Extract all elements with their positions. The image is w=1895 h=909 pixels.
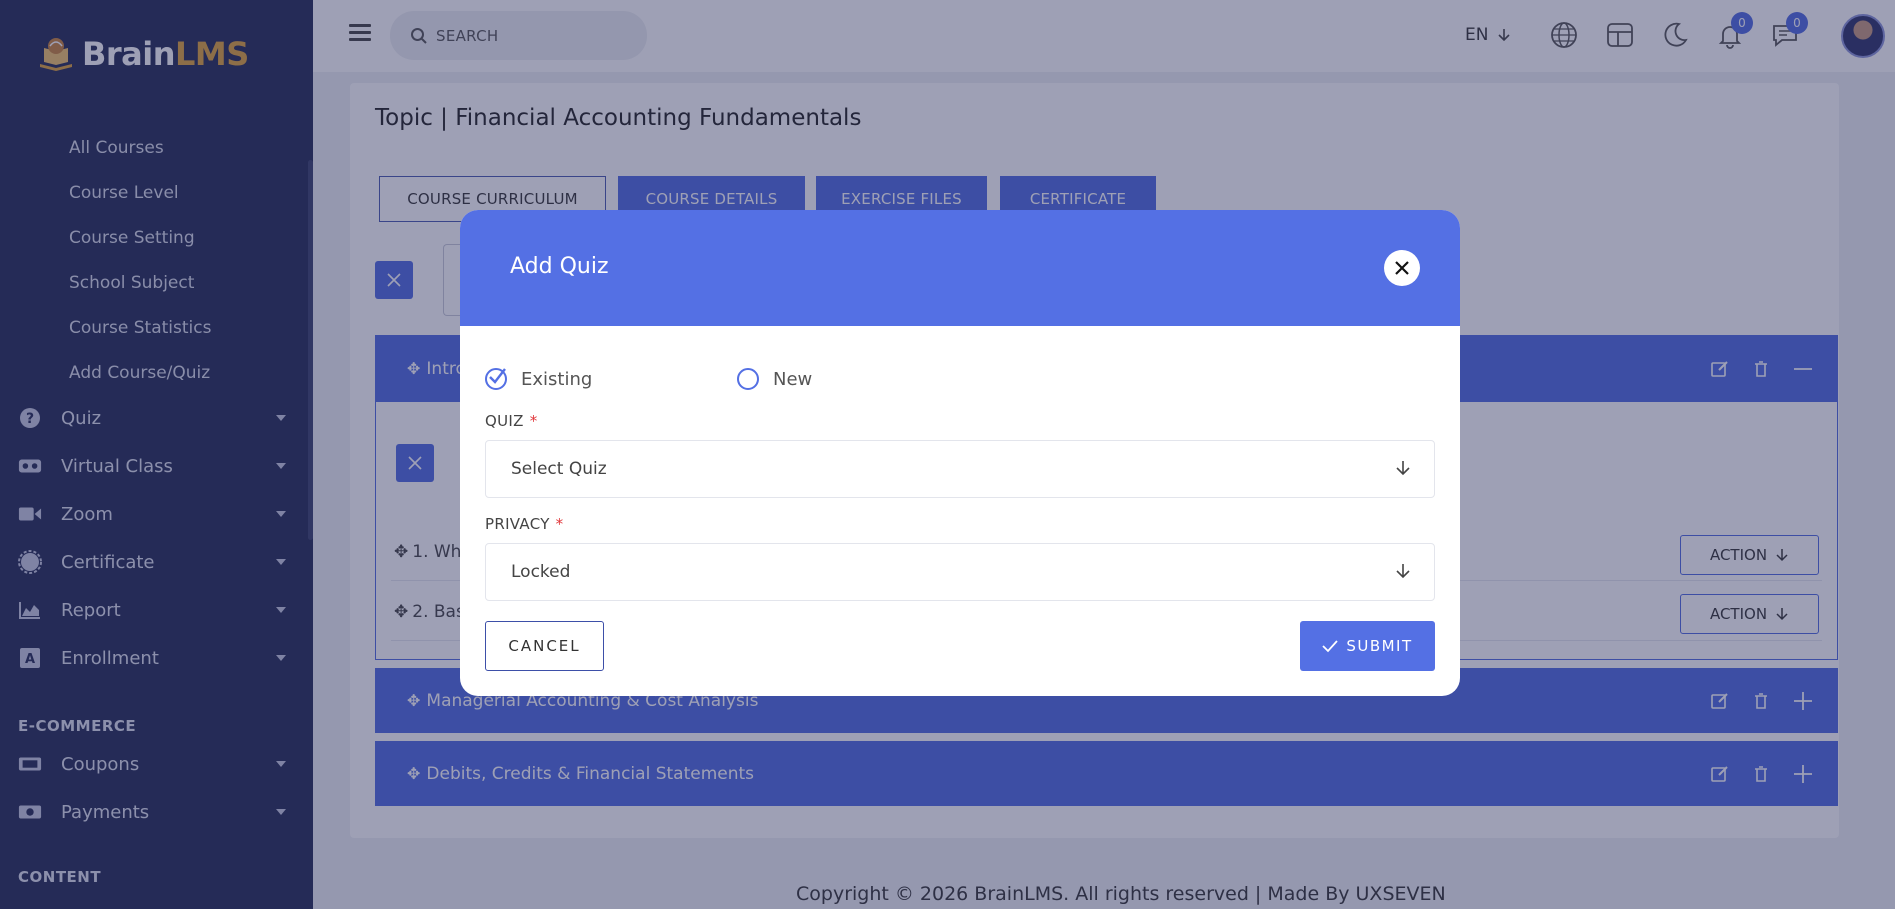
privacy-field-label: PRIVACY * — [485, 515, 564, 533]
submit-button[interactable]: SUBMIT — [1300, 621, 1435, 671]
arrow-down-icon — [1396, 564, 1410, 579]
close-icon — [1395, 261, 1409, 275]
modal-close-button[interactable] — [1384, 250, 1420, 286]
add-quiz-modal: Add Quiz Existing New QUIZ * Select Quiz … — [460, 210, 1460, 696]
radio-label: New — [773, 368, 813, 390]
check-icon — [1322, 640, 1338, 653]
radio-label: Existing — [521, 368, 593, 390]
cancel-button[interactable]: CANCEL — [485, 621, 604, 671]
submit-label: SUBMIT — [1346, 637, 1413, 655]
radio-unchecked-icon — [737, 368, 759, 390]
arrow-down-icon — [1396, 461, 1410, 476]
quiz-field-label: QUIZ * — [485, 412, 538, 430]
privacy-select-value: Locked — [511, 562, 571, 582]
modal-header: Add Quiz — [460, 210, 1460, 326]
privacy-select[interactable]: Locked — [485, 543, 1435, 601]
radio-existing[interactable]: Existing — [485, 368, 592, 390]
radio-checked-icon — [485, 368, 507, 390]
quiz-select[interactable]: Select Quiz — [485, 440, 1435, 498]
radio-new[interactable]: New — [737, 368, 812, 390]
modal-title: Add Quiz — [510, 254, 609, 279]
quiz-select-value: Select Quiz — [511, 459, 607, 479]
